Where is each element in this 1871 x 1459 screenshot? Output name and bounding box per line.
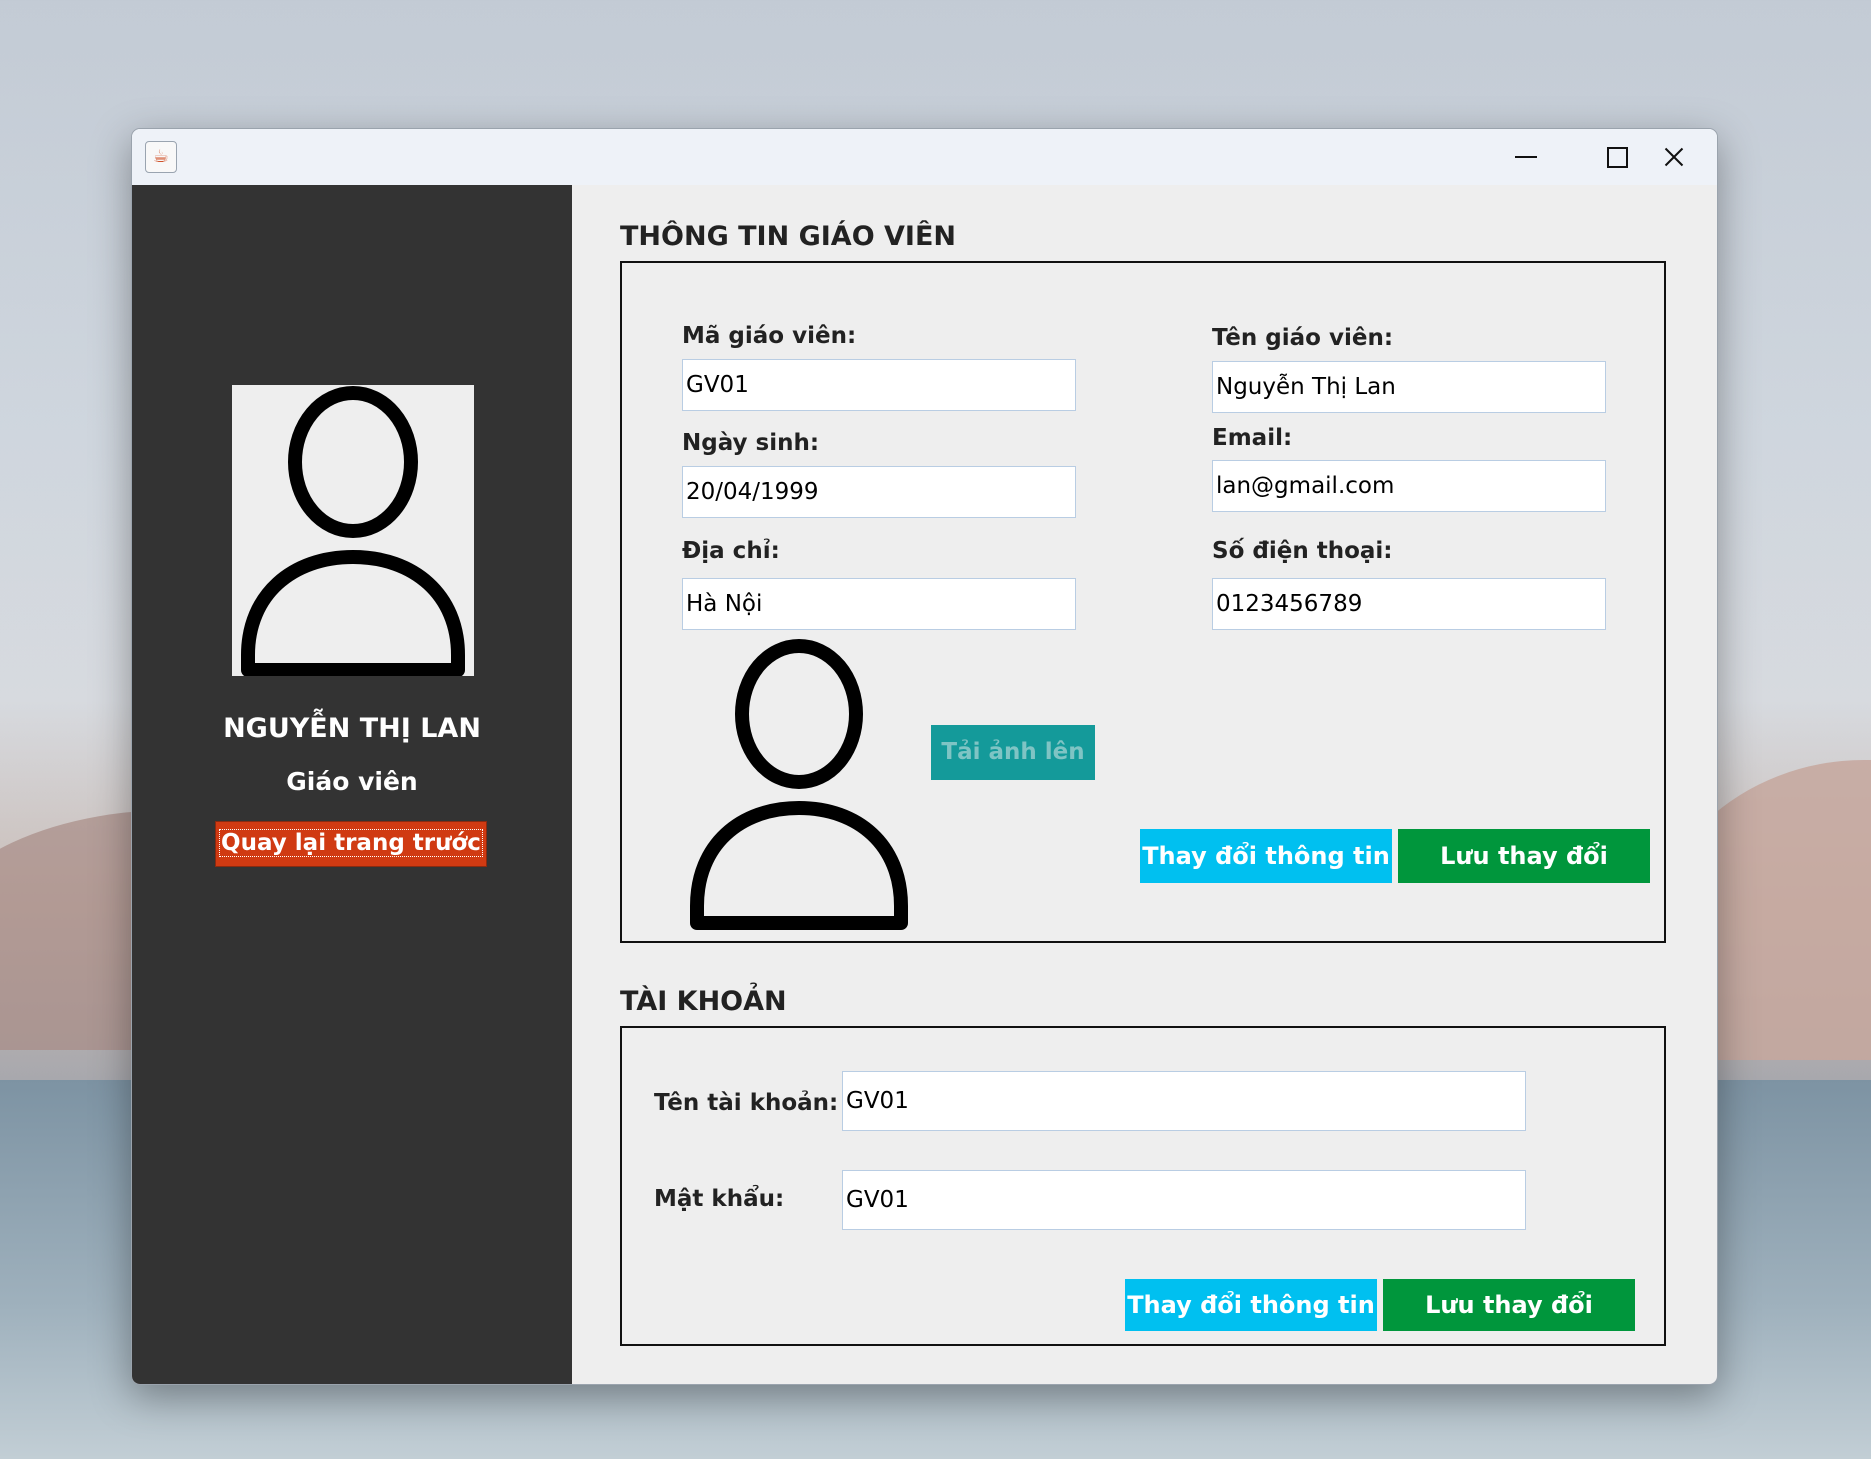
user-icon-preview [690, 639, 908, 930]
save-account-button[interactable]: Lưu thay đổi [1383, 1279, 1635, 1331]
phone-label: Số điện thoại: [1212, 538, 1393, 564]
teacher-code-field[interactable]: GV01 [682, 359, 1076, 411]
email-label: Email: [1212, 425, 1293, 451]
password-field[interactable]: GV01 [842, 1170, 1526, 1230]
account-title: TÀI KHOẢN [620, 986, 787, 1017]
address-field[interactable]: Hà Nội [682, 578, 1076, 630]
teacher-info-panel: Mã giáo viên: GV01 Tên giáo viên: Nguyễn… [620, 261, 1666, 943]
maximize-button[interactable] [1571, 129, 1661, 185]
user-name: NGUYỄN THỊ LAN [223, 713, 481, 744]
address-label: Địa chỉ: [682, 538, 780, 564]
edit-info-button[interactable]: Thay đổi thông tin [1140, 829, 1392, 883]
user-icon [241, 386, 465, 676]
app-window: ☕ NGUYỄN THỊ LAN Giáo viên Quay lại tran… [131, 128, 1718, 1385]
teacher-name-label: Tên giáo viên: [1212, 325, 1394, 351]
phone-field[interactable]: 0123456789 [1212, 578, 1606, 630]
back-button[interactable]: Quay lại trang trước [215, 821, 487, 867]
close-button[interactable] [1662, 129, 1717, 185]
back-button-label: Quay lại trang trước [219, 829, 483, 857]
username-field[interactable]: GV01 [842, 1071, 1526, 1131]
minimize-button[interactable] [1481, 129, 1571, 185]
user-role: Giáo viên [286, 767, 418, 796]
save-info-button[interactable]: Lưu thay đổi [1398, 829, 1650, 883]
title-bar: ☕ [132, 129, 1717, 185]
sidebar: NGUYỄN THỊ LAN Giáo viên Quay lại trang … [132, 185, 572, 1384]
avatar [232, 385, 474, 676]
account-panel: Tên tài khoản: GV01 Mật khẩu: GV01 Thay … [620, 1026, 1666, 1346]
dob-label: Ngày sinh: [682, 430, 820, 456]
minimize-icon [1515, 156, 1537, 158]
maximize-icon [1607, 147, 1628, 168]
upload-photo-button[interactable]: Tải ảnh lên [931, 725, 1095, 780]
password-label: Mật khẩu: [654, 1186, 785, 1212]
username-label: Tên tài khoản: [654, 1090, 839, 1116]
teacher-info-title: THÔNG TIN GIÁO VIÊN [620, 221, 957, 252]
teacher-name-field[interactable]: Nguyễn Thị Lan [1212, 361, 1606, 413]
email-field[interactable]: lan@gmail.com [1212, 460, 1606, 512]
teacher-code-label: Mã giáo viên: [682, 323, 857, 349]
dob-field[interactable]: 20/04/1999 [682, 466, 1076, 518]
java-app-icon: ☕ [145, 141, 177, 173]
edit-account-button[interactable]: Thay đổi thông tin [1125, 1279, 1377, 1331]
